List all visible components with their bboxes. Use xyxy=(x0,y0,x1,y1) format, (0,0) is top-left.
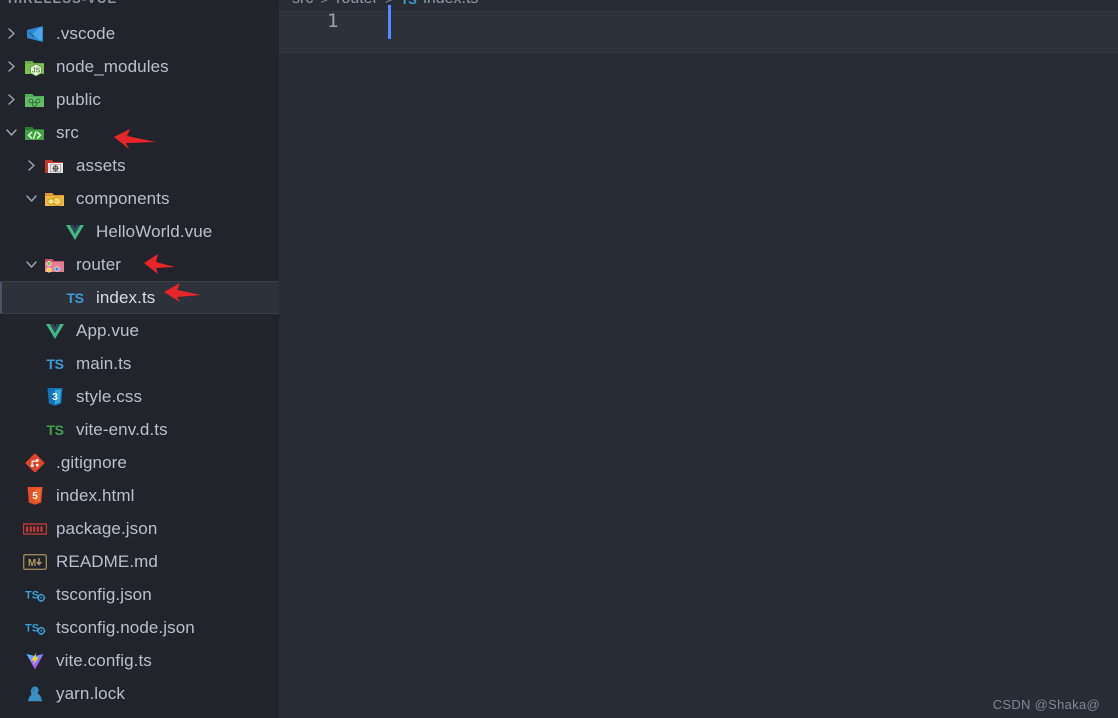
tree-item-label: vite-env.d.ts xyxy=(76,419,168,439)
line-number-1: 1 xyxy=(327,10,339,32)
svg-text:JS: JS xyxy=(32,67,41,74)
tree-item-label: App.vue xyxy=(76,320,140,340)
tree-item-label: router xyxy=(76,254,122,274)
tree-item-label: .vscode xyxy=(56,23,116,43)
typescript-file-icon: TS xyxy=(46,355,64,372)
svg-text:5: 5 xyxy=(32,491,38,502)
typescript-def-file-icon: TS xyxy=(46,421,64,438)
tree-item-readme-md[interactable]: M README.md xyxy=(0,545,279,578)
chevron-right-icon[interactable] xyxy=(20,159,42,172)
router-folder-icon xyxy=(42,255,68,275)
tree-item-yarn-lock[interactable]: yarn.lock xyxy=(0,677,279,710)
markdown-file-icon: M xyxy=(22,553,48,570)
tree-item-label: tsconfig.node.json xyxy=(56,617,195,637)
file-tree: .vscode JS node_modulespublic src assets comp… xyxy=(0,17,279,710)
tree-item-router[interactable]: router xyxy=(0,248,279,281)
tree-item-public[interactable]: public xyxy=(0,83,279,116)
tree-item-label: main.ts xyxy=(76,353,132,373)
tree-item-helloworld-vue[interactable]: HelloWorld.vue xyxy=(0,215,279,248)
assets-folder-icon xyxy=(42,156,68,176)
tree-item-label: yarn.lock xyxy=(56,683,125,703)
text-cursor xyxy=(388,5,391,39)
tree-item-label: .gitignore xyxy=(56,452,127,472)
tree-item-src[interactable]: src xyxy=(0,116,279,149)
tree-item-label: assets xyxy=(76,155,126,175)
tree-item-tsconfig-node-json[interactable]: TS tsconfig.node.json xyxy=(0,611,279,644)
tree-item-package-json[interactable]: package.json xyxy=(0,512,279,545)
tree-item-label: vite.config.ts xyxy=(56,650,152,670)
node-folder-icon: JS xyxy=(22,57,48,77)
chevron-right-icon[interactable] xyxy=(0,27,22,40)
npm-file-icon xyxy=(22,522,48,535)
yarn-file-icon xyxy=(22,684,48,704)
tree-item-label: public xyxy=(56,89,102,109)
tree-item-label: tsconfig.json xyxy=(56,584,152,604)
watermark-text: CSDN @Shaka@ xyxy=(992,697,1100,712)
breadcrumb[interactable]: src > router > TS index.ts xyxy=(292,0,478,8)
tree-item-label: package.json xyxy=(56,518,158,538)
src-folder-icon xyxy=(22,123,48,143)
breadcrumb-index-ts[interactable]: index.ts xyxy=(423,0,478,8)
code-editor-current-line[interactable] xyxy=(279,11,1118,53)
tree-item-main-ts[interactable]: TS main.ts xyxy=(0,347,279,380)
svg-text:3: 3 xyxy=(52,392,58,403)
vite-file-icon xyxy=(22,651,48,671)
public-folder-icon xyxy=(22,90,48,110)
tree-item-label: HelloWorld.vue xyxy=(96,221,213,241)
tree-item-label: index.html xyxy=(56,485,135,505)
tree-item-vite-config-ts[interactable]: vite.config.ts xyxy=(0,644,279,677)
tree-item-label: components xyxy=(76,188,170,208)
typescript-file-icon: TS xyxy=(66,289,84,306)
tree-item-label: index.ts xyxy=(96,287,156,307)
tree-item-node-modules[interactable]: JS node_modules xyxy=(0,50,279,83)
tree-item-label: style.css xyxy=(76,386,143,406)
tsconfig-file-icon: TS xyxy=(22,619,48,637)
chevron-down-icon[interactable] xyxy=(20,192,42,205)
chevron-down-icon[interactable] xyxy=(20,258,42,271)
vue-file-icon xyxy=(42,322,68,340)
svg-text:TS: TS xyxy=(25,589,39,601)
tree-item-index-ts[interactable]: TS index.ts xyxy=(0,281,279,314)
chevron-right-icon[interactable] xyxy=(0,93,22,106)
tree-item-tsconfig-json[interactable]: TS tsconfig.json xyxy=(0,578,279,611)
html5-file-icon: 5 xyxy=(22,486,48,506)
breadcrumb-src[interactable]: src xyxy=(292,0,313,8)
svg-text:TS: TS xyxy=(25,622,39,634)
tree-item-index-html[interactable]: 5 index.html xyxy=(0,479,279,512)
tree-item-gitignore[interactable]: .gitignore xyxy=(0,446,279,479)
chevron-down-icon[interactable] xyxy=(0,126,22,139)
explorer-sidebar: HIRELESS-VUE .vscode JS node_modulespublic… xyxy=(0,0,279,718)
chevron-right-icon[interactable] xyxy=(0,60,22,73)
tree-item-vscode[interactable]: .vscode xyxy=(0,17,279,50)
tree-item-style-css[interactable]: 3 style.css xyxy=(0,380,279,413)
tree-item-vite-env-d-ts[interactable]: TS vite-env.d.ts xyxy=(0,413,279,446)
svg-text:M: M xyxy=(28,558,36,569)
tree-item-assets[interactable]: assets xyxy=(0,149,279,182)
breadcrumb-router[interactable]: router xyxy=(336,0,378,8)
tree-item-app-vue[interactable]: App.vue xyxy=(0,314,279,347)
typescript-file-icon: TS xyxy=(401,0,417,7)
vue-file-icon xyxy=(62,223,88,241)
chevron-right-icon: > xyxy=(320,0,329,8)
tree-item-components[interactable]: components xyxy=(0,182,279,215)
vscode-window: HIRELESS-VUE .vscode JS node_modulespublic… xyxy=(0,0,1118,718)
components-folder-icon xyxy=(42,189,68,209)
explorer-section-title: HIRELESS-VUE xyxy=(8,0,117,6)
tree-item-label: src xyxy=(56,122,79,142)
vscode-folder-icon xyxy=(22,24,48,44)
git-file-icon xyxy=(22,453,48,473)
editor-pane: src > router > TS index.ts 1 CSDN @Shaka… xyxy=(279,0,1118,718)
tree-item-label: README.md xyxy=(56,551,158,571)
css3-file-icon: 3 xyxy=(42,387,68,407)
tree-item-label: node_modules xyxy=(56,56,169,76)
tsconfig-file-icon: TS xyxy=(22,586,48,604)
